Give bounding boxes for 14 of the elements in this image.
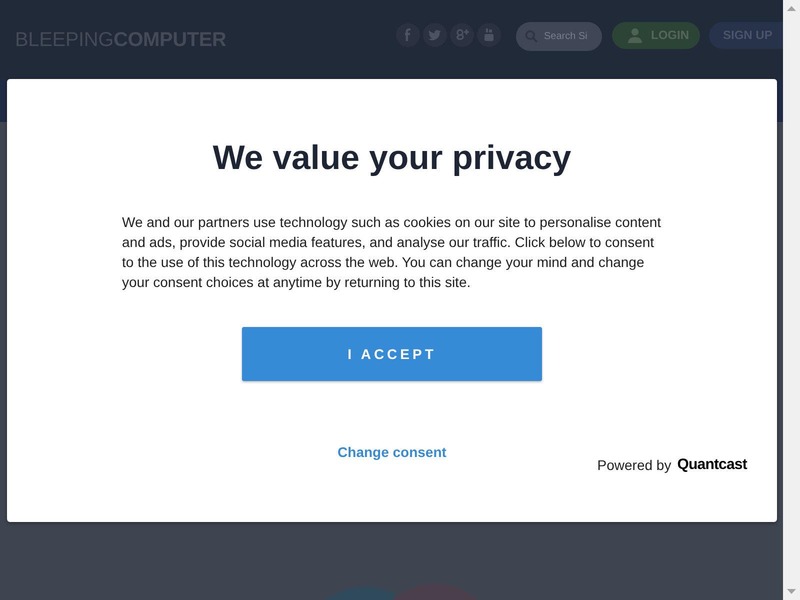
youtube-icon[interactable] bbox=[477, 22, 501, 46]
accept-button[interactable]: I ACCEPT bbox=[242, 327, 542, 381]
change-consent-link[interactable]: Change consent bbox=[338, 442, 446, 475]
scrollbar[interactable] bbox=[783, 0, 800, 600]
google-plus-icon[interactable] bbox=[450, 22, 474, 46]
twitter-icon[interactable] bbox=[423, 22, 447, 46]
up-arrow-icon[interactable] bbox=[787, 6, 796, 11]
dialog-title: We value your privacy bbox=[212, 138, 572, 178]
powered-by-label: Powered by bbox=[597, 456, 672, 475]
consent-text: We and our partners use technology such as cookies on our site to personalise content and ads, provide social media features, and analyse our traffic. Click below to consent to the use of this technology across the web. You can change your mind and change your consent choices at anytime by returning to this site. bbox=[122, 213, 662, 292]
brand-logo: Quantcast bbox=[677, 455, 747, 475]
user-icon bbox=[627, 27, 643, 43]
facebook-icon[interactable] bbox=[396, 22, 420, 46]
down-arrow-icon[interactable] bbox=[787, 589, 796, 594]
